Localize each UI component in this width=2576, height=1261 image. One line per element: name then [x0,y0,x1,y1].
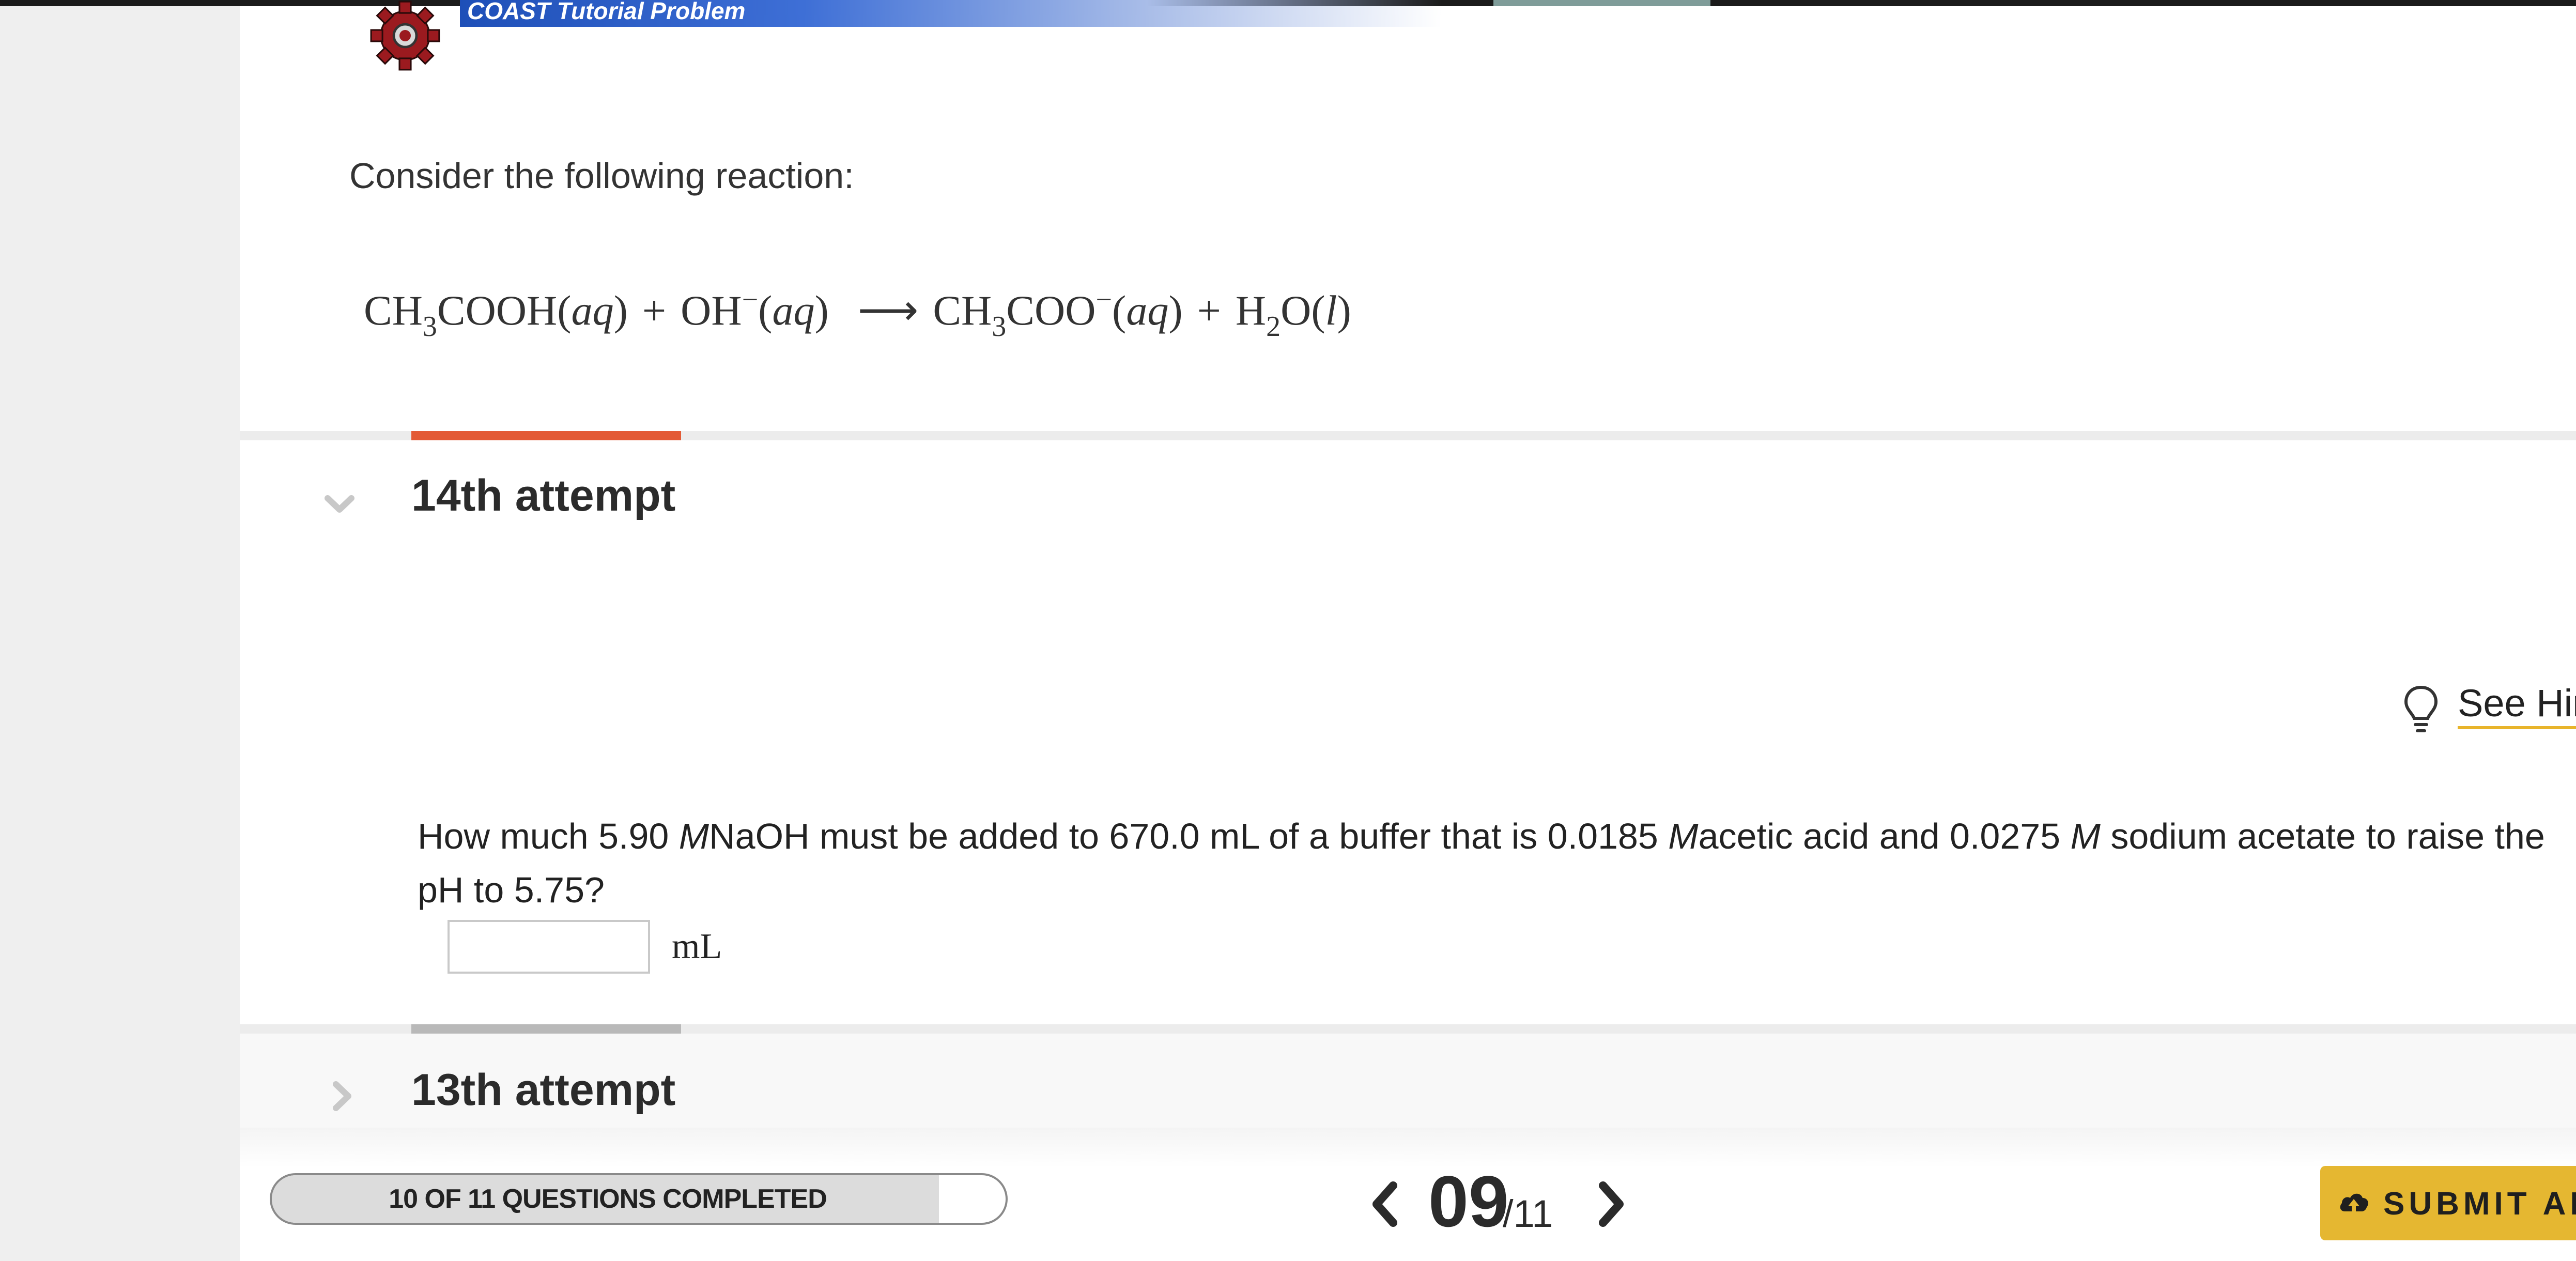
submit-label: SUBMIT AN [2383,1186,2576,1222]
previous-attempt-accent [411,1024,681,1034]
current-attempt-accent [411,431,681,440]
total-questions: /11 [1503,1192,1553,1235]
window-top-tab-indicator [1493,0,1710,6]
answer-input[interactable] [448,920,650,974]
chevron-left-icon[interactable] [1369,1178,1400,1230]
reaction-equation: CH3COOH(aq) + OH−(aq) ⟶ CH3COO−(aq) + H2O(l) [364,284,1351,343]
see-hint-label: See Hir [2458,681,2576,729]
question-text: How much 5.90 MNaOH must be added to 670… [418,816,2545,910]
gear-icon [370,1,440,71]
left-gutter [0,6,240,1261]
lightbulb-icon [2404,685,2438,732]
cloud-upload-icon [2340,1193,2368,1214]
tutorial-banner: COAST Tutorial Problem [460,0,1442,27]
attempt-title[interactable]: 14th attempt [411,470,675,521]
chevron-right-icon[interactable] [1596,1178,1627,1230]
reaction-arrow: ⟶ [857,287,919,334]
answer-unit-label: mL [672,927,722,966]
current-question-number: 09 [1428,1161,1509,1242]
banner-label: COAST Tutorial Problem [467,0,746,24]
chevron-down-icon[interactable] [321,486,358,522]
submit-answer-button[interactable]: SUBMIT AN [2320,1166,2576,1240]
problem-intro: Consider the following reaction: [349,156,854,196]
progress-label: 10 OF 11 QUESTIONS COMPLETED [389,1184,827,1214]
chevron-right-icon[interactable] [327,1078,358,1114]
progress-bar: 10 OF 11 QUESTIONS COMPLETED [270,1173,1008,1225]
previous-attempt-title[interactable]: 13th attempt [411,1065,675,1116]
